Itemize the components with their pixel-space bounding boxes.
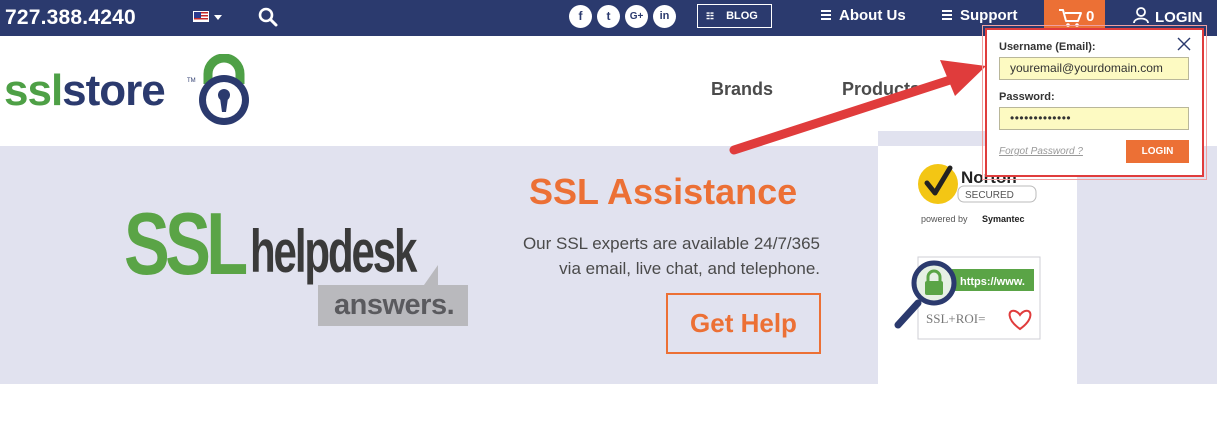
logo-store: store <box>62 66 166 115</box>
roi-text: SSL+ROI= <box>926 311 985 326</box>
roi-url-text: https://www. <box>960 276 1025 288</box>
chevron-down-icon[interactable] <box>214 15 222 20</box>
close-icon[interactable] <box>1177 37 1191 51</box>
forgot-password-link[interactable]: Forgot Password ? <box>999 146 1083 157</box>
login-link[interactable]: LOGIN <box>1133 7 1203 26</box>
nav-products[interactable]: Products <box>842 79 920 100</box>
us-flag-icon[interactable] <box>193 11 209 22</box>
helpdesk-logo-ssl: SSL <box>124 194 248 293</box>
phone-number[interactable]: 727.388.4240 <box>5 6 136 30</box>
rss-icon: ☷ <box>706 11 715 21</box>
hero-description-line2: via email, live chat, and telephone. <box>559 259 820 278</box>
support-label: Support <box>960 7 1018 24</box>
blog-label: BLOG <box>726 10 758 22</box>
helpdesk-answers-text: answers. <box>334 289 455 321</box>
trademark-mark: TM <box>187 78 196 84</box>
hero-description-line1: Our SSL experts are available 24/7/365 <box>522 234 820 253</box>
facebook-icon[interactable]: f <box>569 5 592 28</box>
login-label: LOGIN <box>1155 9 1203 26</box>
password-label: Password: <box>999 91 1055 103</box>
menu-icon <box>942 10 952 20</box>
get-help-button[interactable]: Get Help <box>666 293 821 354</box>
logo-ssl: ssl <box>4 66 63 115</box>
google-plus-icon[interactable]: G+ <box>625 5 648 28</box>
page: 727.388.4240 f t G+ in ☷ BLOG About Us Su… <box>0 0 1217 425</box>
about-us-link[interactable]: About Us <box>821 7 906 24</box>
cart-count: 0 <box>1086 8 1095 25</box>
blog-button[interactable]: ☷ BLOG <box>697 4 772 28</box>
hero-title: SSL Assistance <box>529 171 798 212</box>
username-field[interactable]: youremail@yourdomain.com <box>999 57 1189 80</box>
twitter-icon[interactable]: t <box>597 5 620 28</box>
about-us-label: About Us <box>839 7 906 24</box>
ssl-roi-badge[interactable]: https://www. SSL+ROI= <box>890 255 1042 341</box>
support-link[interactable]: Support <box>942 7 1018 24</box>
linkedin-icon[interactable]: in <box>653 5 676 28</box>
search-icon[interactable] <box>257 6 279 28</box>
login-popup: Username (Email): youremail@yourdomain.c… <box>982 25 1207 180</box>
username-label: Username (Email): <box>999 41 1096 53</box>
padlock-icon <box>199 54 249 125</box>
nav-brands[interactable]: Brands <box>711 79 773 100</box>
menu-icon <box>821 10 831 20</box>
helpdesk-logo-helpdesk: helpdesk <box>250 218 417 285</box>
cart-icon <box>1059 9 1082 27</box>
hero-description: Our SSL experts are available 24/7/365 v… <box>460 231 820 281</box>
password-field[interactable]: ••••••••••••• <box>999 107 1189 130</box>
login-submit-button[interactable]: LOGIN <box>1126 140 1189 163</box>
logo-wordmark: sslstore <box>4 66 166 116</box>
norton-secured-text: SECURED <box>965 190 1014 201</box>
norton-powered-text: powered by <box>921 214 968 224</box>
norton-symantec-text: Symantec <box>982 214 1025 224</box>
site-logo[interactable]: sslstore TM <box>4 52 254 132</box>
helpdesk-answers-bubble: answers. <box>318 265 468 326</box>
user-icon <box>1133 7 1149 24</box>
